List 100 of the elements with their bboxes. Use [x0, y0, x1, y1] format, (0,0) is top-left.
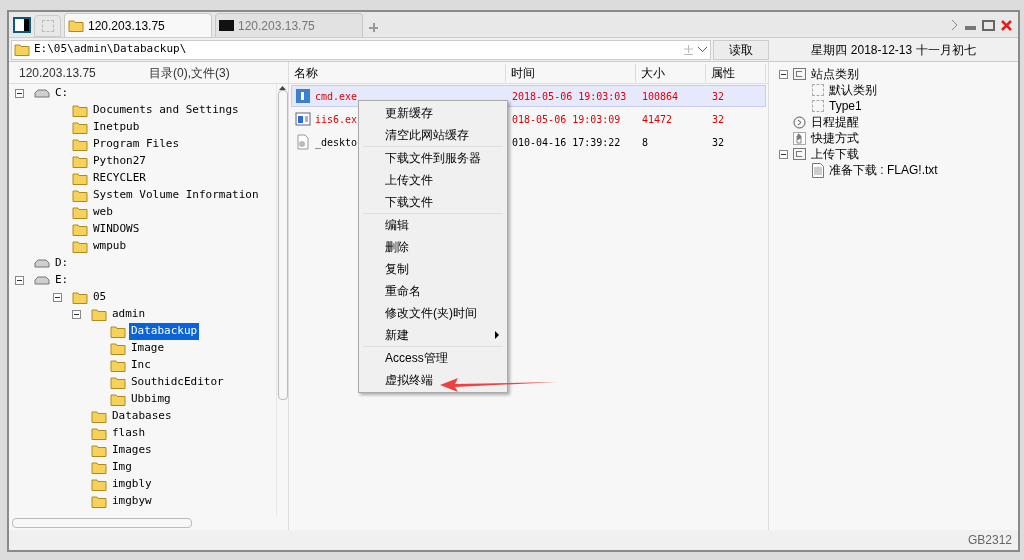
- tree-item[interactable]: E:: [53, 272, 71, 289]
- tree-item[interactable]: flash: [110, 425, 148, 442]
- tree-item[interactable]: admin: [110, 306, 148, 323]
- dropdown-caret-icon[interactable]: [697, 46, 708, 53]
- side-tree-item[interactable]: 准备下载 : FLAG!.txt: [829, 161, 938, 179]
- collapse-toggle[interactable]: [15, 276, 24, 285]
- folder-icon: [72, 104, 88, 117]
- menu-item[interactable]: 更新缓存: [385, 104, 433, 122]
- folder-icon: [72, 121, 88, 134]
- side-tree-item[interactable]: 快捷方式: [811, 129, 859, 147]
- table-cell-text: 8: [641, 135, 650, 150]
- side-tree-item[interactable]: 日程提醒: [811, 113, 859, 131]
- tree-item[interactable]: WINDOWS: [91, 221, 142, 238]
- item-icon: [812, 84, 824, 96]
- table-cell-text: 41472: [641, 112, 674, 127]
- tree-item[interactable]: Inc: [129, 357, 153, 374]
- column-header[interactable]: 名称: [289, 63, 506, 82]
- folder-icon: [72, 172, 88, 185]
- tree-item[interactable]: Documents and Settings: [91, 102, 241, 119]
- hand-icon: [793, 131, 806, 145]
- folder-icon: [110, 359, 126, 372]
- category-icon: [793, 68, 806, 80]
- folder-icon: [72, 138, 88, 151]
- menu-item[interactable]: 删除: [385, 238, 409, 256]
- tab[interactable]: 120.203.13.75: [215, 13, 363, 37]
- folder-icon: [72, 189, 88, 202]
- menu-item[interactable]: Access管理: [385, 349, 448, 367]
- menu-item[interactable]: 修改文件(夹)时间: [385, 304, 477, 322]
- tree-item[interactable]: imgbyw: [110, 493, 154, 510]
- tree-item[interactable]: web: [91, 204, 115, 221]
- tree-item[interactable]: Image: [129, 340, 167, 357]
- tree-item[interactable]: D:: [53, 255, 71, 272]
- clock-icon: [793, 115, 806, 129]
- collapse-toggle[interactable]: [779, 69, 788, 79]
- column-header[interactable]: 大小: [636, 63, 706, 82]
- gear-file-icon: [295, 134, 311, 150]
- folder-icon: [14, 43, 30, 56]
- column-header[interactable]: 属性: [706, 63, 766, 82]
- menu-item[interactable]: 下载文件: [385, 193, 433, 211]
- tree-item[interactable]: 05: [91, 289, 109, 306]
- menu-item[interactable]: 上传文件: [385, 171, 433, 189]
- side-tree-item[interactable]: 站点类别: [811, 65, 859, 83]
- tree-item[interactable]: imgbly: [110, 476, 154, 493]
- folder-icon: [110, 393, 126, 406]
- tree-item[interactable]: wmpub: [91, 238, 129, 255]
- table-cell-text: 32: [711, 89, 726, 104]
- tree-item[interactable]: Databases: [110, 408, 174, 425]
- drive-icon: [34, 275, 50, 286]
- address-field[interactable]: E:\05\admin\Databackup\: [11, 39, 711, 60]
- tree-item[interactable]: Databackup: [129, 323, 200, 340]
- table-cell-text: 018-05-06 19:03:09: [511, 112, 622, 127]
- table-cell: cmd.exe: [292, 88, 509, 104]
- chevron-right-icon[interactable]: [951, 19, 959, 31]
- side-tree-item[interactable]: 上传下载: [811, 145, 859, 163]
- panel-toggle-icon[interactable]: [13, 17, 31, 33]
- host-label: 120.203.13.75: [18, 64, 97, 82]
- tree-item[interactable]: Ubbimg: [129, 391, 173, 408]
- menu-item[interactable]: 清空此网站缓存: [385, 126, 469, 144]
- tree-item[interactable]: SouthidcEditor: [129, 374, 226, 391]
- folder-icon: [91, 495, 107, 508]
- menu-item[interactable]: 新建: [385, 326, 409, 344]
- menu-item[interactable]: 编辑: [385, 216, 409, 234]
- tree-item[interactable]: Inetpub: [91, 119, 142, 136]
- close-icon[interactable]: [1001, 19, 1012, 31]
- tree-item[interactable]: Images: [110, 442, 154, 459]
- tree-item[interactable]: Python27: [91, 153, 148, 170]
- tree-item[interactable]: Img: [110, 459, 134, 476]
- table-cell-text: 32: [711, 135, 726, 150]
- date-text: 星期四 2018-12-13 十一月初七: [810, 41, 977, 59]
- folder-icon: [110, 342, 126, 355]
- tree-item[interactable]: System Volume Information: [91, 187, 261, 204]
- collapse-toggle[interactable]: [15, 89, 24, 98]
- folder-icon: [72, 291, 88, 304]
- drive-icon: [34, 88, 50, 99]
- folder-icon: [110, 325, 126, 338]
- terminal-icon: [219, 20, 234, 31]
- document-icon: [812, 162, 824, 178]
- tree-item[interactable]: C:: [53, 85, 71, 102]
- program-icon: [295, 88, 311, 104]
- tree-item[interactable]: RECYCLER: [91, 170, 148, 187]
- collapse-toggle[interactable]: [72, 310, 81, 319]
- read-button[interactable]: 读取: [713, 39, 769, 60]
- side-tree-item[interactable]: 默认类别: [829, 81, 877, 99]
- side-tree-item[interactable]: Type1: [829, 97, 862, 115]
- menu-item[interactable]: 复制: [385, 260, 409, 278]
- encoding-label: GB2312: [967, 532, 1012, 549]
- collapse-toggle[interactable]: [53, 293, 62, 302]
- collapse-toggle[interactable]: [779, 149, 788, 159]
- menu-item[interactable]: 虚拟终端: [385, 371, 433, 389]
- selected-row-highlight[interactable]: cmd.exe 2018-05-06 19:03:03 100864 32: [291, 85, 766, 107]
- folder-icon: [68, 19, 84, 32]
- scroll-up-icon[interactable]: [279, 86, 286, 90]
- category-icon: [793, 148, 806, 160]
- menu-item[interactable]: 下载文件到服务器: [385, 149, 481, 167]
- tree-item[interactable]: Program Files: [91, 136, 182, 153]
- column-header[interactable]: 时间: [506, 63, 636, 82]
- menu-item[interactable]: 重命名: [385, 282, 421, 300]
- folder-icon: [91, 444, 107, 457]
- tab[interactable]: 120.203.13.75: [64, 13, 212, 37]
- maximize-icon[interactable]: [982, 19, 995, 31]
